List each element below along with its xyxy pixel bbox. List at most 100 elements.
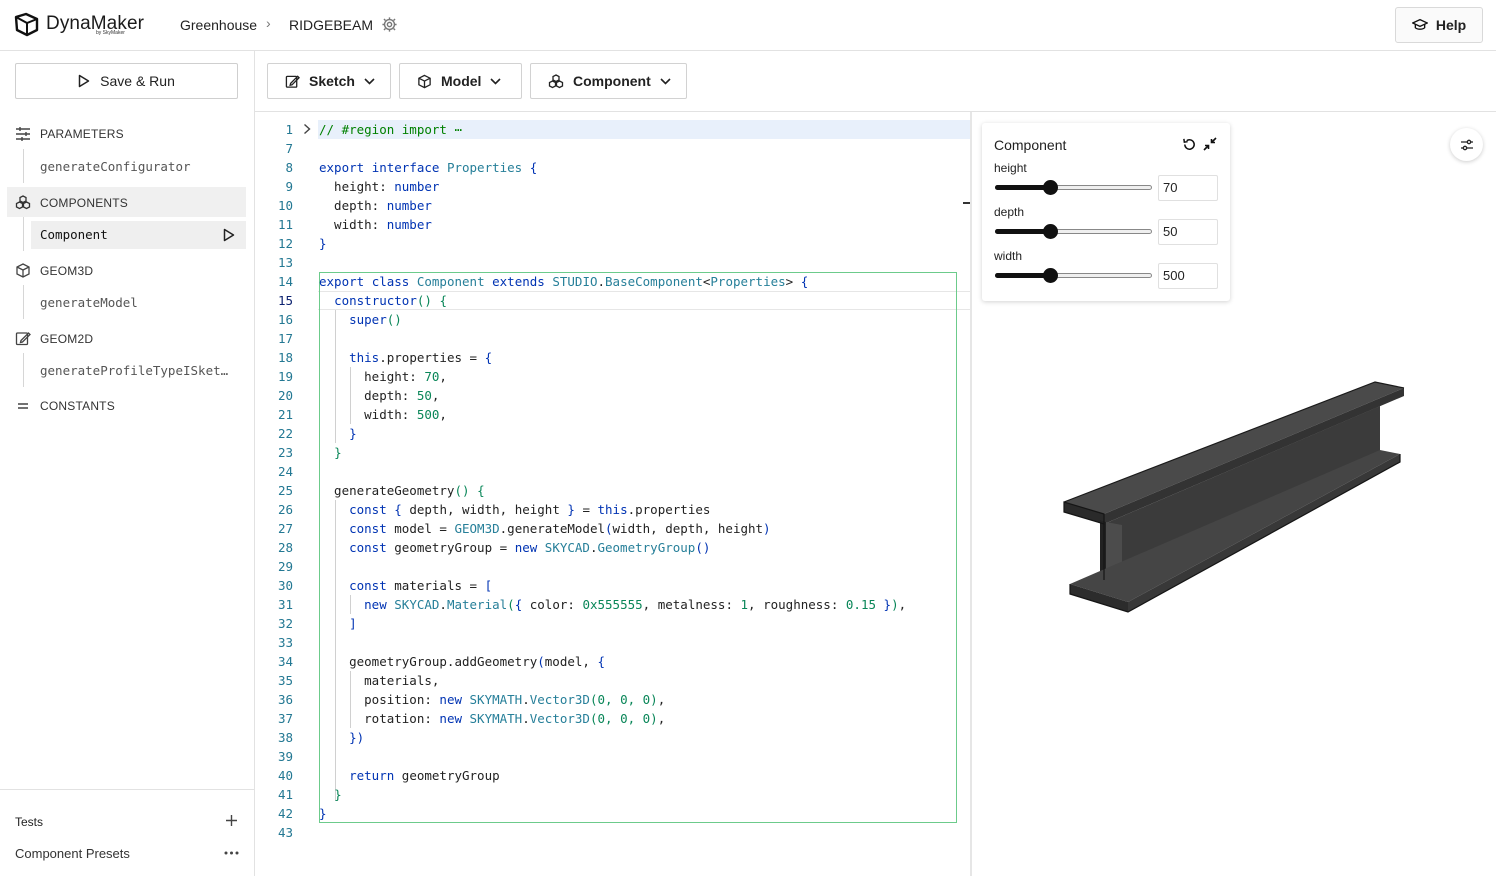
slider-handle[interactable] — [1042, 268, 1058, 283]
code-line-10: depth: number — [319, 198, 432, 213]
line-number: 17 — [277, 331, 293, 346]
code-line-15: constructor() { — [334, 293, 447, 308]
settings-icon — [1460, 139, 1473, 150]
section-parameters[interactable]: PARAMETERS — [15, 127, 124, 141]
reset-icon[interactable] — [1182, 137, 1197, 152]
save-run-button[interactable]: Save & Run — [15, 63, 238, 99]
line-number: 22 — [277, 426, 293, 441]
param-label-height: height — [994, 161, 1027, 175]
collapse-icon[interactable] — [1203, 137, 1217, 151]
section-components[interactable]: COMPONENTS — [15, 195, 128, 210]
line-number: 13 — [277, 255, 293, 270]
slider-handle[interactable] — [1042, 180, 1058, 195]
line-number: 18 — [277, 350, 293, 365]
edit-icon — [285, 74, 300, 88]
line-number: 15 — [277, 293, 293, 308]
param-label-depth: depth — [994, 205, 1025, 219]
chevron-down-icon — [364, 77, 375, 85]
code-line-34: geometryGroup.addGeometry(model, { — [319, 654, 605, 669]
sketch-menu-button[interactable]: Sketch — [267, 63, 391, 99]
code-line-25: generateGeometry() { — [319, 483, 485, 498]
app-logo[interactable]: DynaMaker by SkyMaker — [14, 11, 144, 37]
tree-guide — [23, 217, 24, 251]
help-button[interactable]: Help — [1395, 7, 1483, 43]
section-geom2d[interactable]: GEOM2D — [15, 331, 93, 346]
divider — [0, 789, 254, 790]
slider-fill — [995, 273, 1050, 278]
tests-label: Tests — [15, 815, 44, 829]
line-number: 43 — [277, 825, 293, 840]
code-line-11: width: number — [319, 217, 432, 232]
tree-guide — [23, 149, 24, 183]
slider-handle[interactable] — [1042, 224, 1058, 239]
section-label: GEOM2D — [40, 331, 94, 346]
line-number: 16 — [277, 312, 293, 327]
line-number: 24 — [277, 464, 293, 479]
component-menu-button[interactable]: Component — [530, 63, 687, 99]
model-menu-button[interactable]: Model — [399, 63, 522, 99]
line-number: 7 — [285, 141, 293, 156]
param-label-width: width — [994, 249, 1023, 263]
line-number: 42 — [277, 806, 293, 821]
breadcrumb-component[interactable]: RIDGEBEAM — [289, 17, 373, 33]
component-presets-label[interactable]: Component Presets — [15, 846, 130, 861]
sidebar-item-generate-configurator[interactable]: generateConfigurator — [40, 159, 191, 174]
editor-split-handle[interactable] — [970, 112, 972, 876]
code-line-40: return geometryGroup — [349, 768, 500, 783]
code-line-38: }) — [349, 730, 365, 745]
line-number: 10 — [277, 198, 293, 213]
code-line-28: const geometryGroup = new SKYCAD.Geometr… — [349, 540, 711, 555]
line-number: 29 — [277, 559, 293, 574]
code-line-31: new SKYCAD.Material({ color: 0x555555, m… — [364, 597, 907, 612]
equals-icon — [18, 403, 28, 409]
plus-icon[interactable] — [225, 814, 238, 827]
code-line-16: super() — [349, 312, 402, 327]
help-label: Help — [1435, 17, 1467, 33]
sidebar-item-generate-model[interactable]: generateModel — [40, 295, 138, 310]
fold-chevron-icon[interactable] — [303, 123, 311, 135]
breadcrumb-project[interactable]: Greenhouse — [180, 17, 257, 33]
line-number: 21 — [277, 407, 293, 422]
line-number: 1 — [285, 122, 293, 137]
chevron-down-icon — [660, 77, 671, 85]
section-label: PARAMETERS — [40, 127, 124, 141]
play-icon — [78, 74, 90, 88]
cube-icon — [16, 263, 30, 278]
graduation-cap-icon — [1411, 18, 1428, 30]
gear-icon[interactable] — [381, 16, 398, 38]
scrollbar-marker — [963, 202, 970, 204]
code-line-14: export class Component extends STUDIO.Ba… — [319, 274, 809, 289]
param-input-height[interactable]: 70 — [1158, 175, 1218, 201]
line-number: 25 — [277, 483, 293, 498]
line-number: 8 — [285, 160, 293, 175]
line-number: 30 — [277, 578, 293, 593]
param-input-width[interactable]: 500 — [1158, 263, 1218, 289]
settings-button[interactable] — [1450, 128, 1483, 161]
code-line-36: position: new SKYMATH.Vector3D(0, 0, 0), — [319, 692, 666, 707]
code-line-42: } — [319, 806, 327, 821]
section-geom3d[interactable]: GEOM3D — [15, 263, 93, 278]
sketch-label: Sketch — [309, 73, 355, 89]
code-line-1: // #region import ⋯ — [319, 122, 462, 137]
line-number: 41 — [277, 787, 293, 802]
model-label: Model — [441, 73, 482, 89]
code-line-19: height: 70, — [319, 369, 447, 384]
sidebar-item-generate-profile[interactable]: generateProfileTypeISket… — [40, 363, 228, 378]
code-line-20: depth: 50, — [319, 388, 440, 403]
more-icon[interactable] — [224, 851, 239, 855]
cubes-icon — [15, 195, 31, 210]
param-input-depth[interactable]: 50 — [1158, 219, 1218, 245]
play-icon[interactable] — [223, 228, 235, 242]
code-line-32: ] — [349, 616, 357, 631]
section-label: CONSTANTS — [40, 399, 115, 413]
code-line-37: rotation: new SKYMATH.Vector3D(0, 0, 0), — [319, 711, 666, 726]
line-number: 34 — [277, 654, 293, 669]
tree-guide — [23, 285, 24, 319]
code-editor[interactable]: 1 7 8 9 10 11 12 13 14 15 16 17 18 19 20 21 22 23 24 25 26 27… — [256, 112, 971, 876]
line-number: 11 — [277, 217, 293, 232]
section-constants[interactable]: CONSTANTS — [15, 399, 115, 413]
section-label: GEOM3D — [40, 263, 94, 278]
sidebar-item-component[interactable]: Component — [40, 227, 108, 242]
line-number: 32 — [277, 616, 293, 631]
3d-viewport[interactable] — [1050, 370, 1410, 620]
